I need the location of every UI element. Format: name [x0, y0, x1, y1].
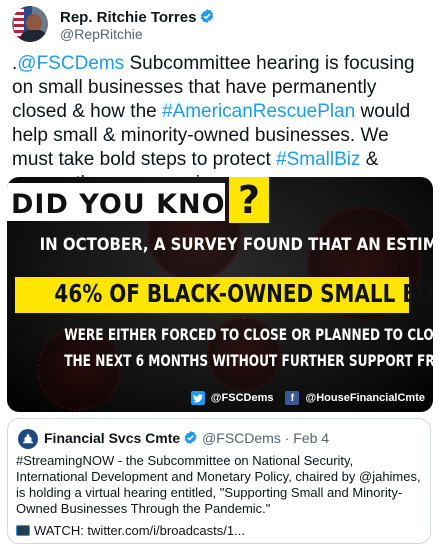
facebook-handle-text: @HouseFinancialCmte	[305, 392, 425, 404]
quoted-header: Financial Svcs Cmte @FSCDems · Feb 4	[44, 430, 329, 448]
quoted-tweet-card[interactable]: Financial Svcs Cmte @FSCDems · Feb 4 #St…	[7, 418, 431, 544]
author-avatar[interactable]	[12, 6, 48, 42]
did-you-know-box: DID YOU KNOW	[7, 183, 255, 221]
graphic-social-footer: @FSCDems f @HouseFinancialCmte	[190, 391, 425, 405]
quoted-separator: ·	[284, 430, 290, 446]
tv-icon	[16, 525, 30, 536]
graphic-line-4: THE NEXT 6 MONTHS WITHOUT FURTHER SUPPOR…	[64, 351, 433, 370]
quoted-name[interactable]: Financial Svcs Cmte	[44, 430, 180, 446]
graphic-highlight-text: 46% OF BLACK-OWNED SMALL BUSINESSES	[54, 279, 433, 308]
facebook-icon: f	[285, 391, 300, 405]
tweet-text: .@FSCDems Subcommittee hearing is focusi…	[12, 52, 432, 196]
quoted-verified-badge-icon	[183, 430, 198, 448]
question-mark-badge: ?	[229, 177, 269, 223]
author-handle[interactable]: @RepRitchie	[60, 26, 143, 42]
did-you-know-heading: DID YOU KNOW	[11, 189, 257, 220]
tweet-media-image[interactable]: DID YOU KNOW ? IN OCTOBER, A SURVEY FOUN…	[7, 177, 433, 412]
tweet-link[interactable]: #AmericanRescuePlan	[162, 101, 355, 122]
twitter-handle-text: @FSCDems	[210, 392, 274, 404]
tweet-link[interactable]: @FSCDems	[17, 53, 124, 74]
quoted-watch-link[interactable]: WATCH: twitter.com/i/broadcasts/1...	[34, 523, 245, 538]
quoted-body: #StreamingNOW - the Subcommittee on Nati…	[16, 453, 421, 516]
quoted-handle: @FSCDems	[202, 430, 281, 446]
graphic-line-3: WERE EITHER FORCED TO CLOSE OR PLANNED T…	[64, 325, 433, 344]
twitter-bird-icon	[190, 391, 205, 405]
quoted-watch-line: WATCH: twitter.com/i/broadcasts/1...	[16, 523, 245, 538]
quoted-avatar[interactable]	[18, 429, 38, 449]
author-display-name[interactable]: Rep. Ritchie Torres	[60, 8, 215, 28]
verified-badge-icon	[199, 8, 215, 28]
tweet-link[interactable]: #SmallBiz	[276, 149, 360, 170]
graphic-line-1: IN OCTOBER, A SURVEY FOUND THAT AN ESTIM…	[39, 235, 433, 255]
author-name-text: Rep. Ritchie Torres	[60, 9, 197, 26]
quoted-date[interactable]: Feb 4	[293, 430, 329, 446]
capitol-icon	[23, 433, 33, 444]
